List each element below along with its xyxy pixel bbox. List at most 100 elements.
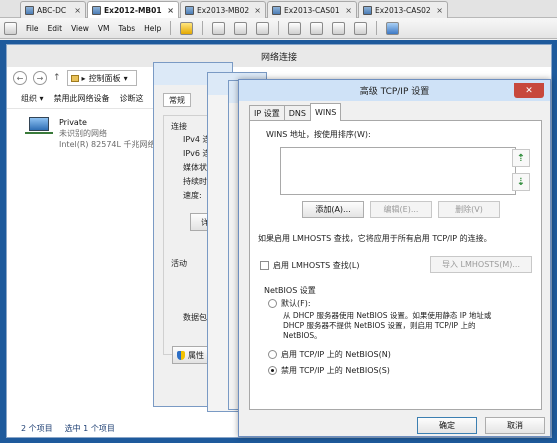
snapshot-manager-icon[interactable] bbox=[256, 21, 270, 35]
menu-tabs[interactable]: Tabs bbox=[119, 24, 136, 33]
import-lmhosts-button[interactable]: 导入 LMHOSTS(M)... bbox=[430, 256, 532, 273]
move-up-arrow-icon[interactable]: ⇡ bbox=[512, 149, 530, 167]
address-text: 控制面板 bbox=[88, 73, 121, 83]
cancel-button[interactable]: 取消 bbox=[485, 417, 545, 434]
close-tab-icon[interactable]: × bbox=[74, 6, 81, 15]
dialog-title-bar: 高级 TCP/IP 设置 ✕ bbox=[239, 80, 550, 101]
vm-home-icon[interactable] bbox=[4, 21, 17, 35]
dialog-title: 高级 TCP/IP 设置 bbox=[359, 87, 430, 97]
thumbnail-icon[interactable] bbox=[310, 21, 324, 35]
forward-icon[interactable]: → bbox=[33, 71, 47, 85]
menu-file[interactable]: File bbox=[26, 24, 39, 33]
snapshot-icon[interactable] bbox=[212, 21, 226, 35]
toolbar-separator bbox=[202, 21, 204, 35]
address-bar[interactable]: ▸ 控制面板 ▾ bbox=[66, 70, 137, 86]
vm-tab-label: ABC-DC bbox=[37, 5, 67, 15]
tab-general[interactable]: 常规 bbox=[163, 93, 191, 107]
unity-icon[interactable] bbox=[354, 21, 368, 35]
advanced-tcpip-dialog: 高级 TCP/IP 设置 ✕ IP 设置 DNS WINS WINS 地址，按使… bbox=[238, 79, 551, 437]
tab-ip-settings[interactable]: IP 设置 bbox=[249, 105, 285, 121]
lmhosts-checkbox[interactable] bbox=[260, 261, 269, 270]
vm-menu-bar: File Edit View VM Tabs Help bbox=[0, 18, 557, 39]
netbios-group-label: NetBIOS 设置 bbox=[264, 286, 316, 295]
activity-label: 活动 bbox=[171, 259, 187, 268]
up-icon[interactable]: ↑ bbox=[53, 73, 61, 83]
properties-button-label: 属性 bbox=[188, 350, 204, 360]
netbios-enable-radio[interactable] bbox=[268, 350, 277, 359]
network-adapter-item[interactable]: Private 未识别的网络 Intel(R) 82574L 千兆网络 bbox=[25, 117, 156, 150]
close-tab-icon[interactable]: × bbox=[345, 6, 352, 15]
menu-view[interactable]: View bbox=[71, 24, 89, 33]
netbios-disable-label[interactable]: 禁用 TCP/IP 上的 NetBIOS(S) bbox=[281, 365, 390, 376]
wins-address-label: WINS 地址，按使用排序(W): bbox=[266, 130, 371, 139]
lmhosts-checkbox-label[interactable]: 启用 LMHOSTS 查找(L) bbox=[273, 260, 360, 271]
vm-tab-label: Ex2013-CAS02 bbox=[375, 5, 431, 15]
netbios-enable-label[interactable]: 启用 TCP/IP 上的 NetBIOS(N) bbox=[281, 349, 391, 360]
diagnose-button[interactable]: 诊断这 bbox=[120, 93, 144, 104]
toolbar-separator bbox=[170, 21, 172, 35]
vm-icon bbox=[272, 5, 281, 15]
vm-tab-ex2013-cas02[interactable]: Ex2013-CAS02 × bbox=[358, 1, 448, 18]
menu-help[interactable]: Help bbox=[144, 24, 161, 33]
connection-label: 连接 bbox=[171, 122, 187, 131]
network-adapter-icon bbox=[25, 117, 53, 139]
address-dropdown-icon[interactable]: ▾ bbox=[124, 74, 128, 83]
close-tab-icon[interactable]: × bbox=[167, 6, 174, 15]
netbios-disable-radio[interactable] bbox=[268, 366, 277, 375]
vm-tab-bar: ABC-DC × Ex2012-MB01 × Ex2013-MB02 × Ex2… bbox=[0, 0, 557, 18]
close-tab-icon[interactable]: × bbox=[254, 6, 261, 15]
netbios-default-desc-line-2: DHCP 服务器不提供 NetBIOS 设置，则启用 TCP/IP 上的 bbox=[283, 321, 476, 330]
wins-panel: WINS 地址，按使用排序(W): ⇡ ⇣ 添加(A)... 编辑(E)... … bbox=[249, 120, 542, 410]
close-icon[interactable]: ✕ bbox=[514, 83, 544, 98]
tab-strip: IP 设置 DNS WINS bbox=[249, 103, 342, 121]
netbios-default-label[interactable]: 默认(F): bbox=[281, 298, 311, 309]
wins-address-list[interactable] bbox=[280, 147, 516, 195]
vm-tab-abc-dc[interactable]: ABC-DC × bbox=[20, 1, 86, 18]
revert-snapshot-icon[interactable] bbox=[234, 21, 248, 35]
selected-count: 选中 1 个项目 bbox=[64, 424, 115, 433]
toolbar-separator bbox=[376, 21, 378, 35]
vm-tab-label: Ex2013-CAS01 bbox=[284, 5, 340, 15]
adapter-device: Intel(R) 82574L 千兆网络 bbox=[59, 140, 156, 149]
adapter-details: Private 未识别的网络 Intel(R) 82574L 千兆网络 bbox=[59, 117, 156, 150]
tab-wins[interactable]: WINS bbox=[309, 103, 342, 121]
vm-tab-ex2013-mb02[interactable]: Ex2013-MB02 × bbox=[180, 1, 266, 18]
back-icon[interactable]: ← bbox=[13, 71, 27, 85]
toolbar-separator bbox=[278, 21, 280, 35]
edit-button[interactable]: 编辑(E)... bbox=[370, 201, 432, 218]
vm-tab-label: Ex2013-MB02 bbox=[197, 5, 250, 15]
vm-tab-label: Ex2012-MB01 bbox=[104, 5, 162, 15]
lmhosts-note: 如果启用 LMHOSTS 查找，它将应用于所有启用 TCP/IP 的连接。 bbox=[258, 234, 492, 243]
power-icon[interactable] bbox=[180, 21, 194, 35]
netbios-default-desc-line-1: 从 DHCP 服务器使用 NetBIOS 设置。如果使用静态 IP 地址或 bbox=[283, 311, 492, 320]
close-tab-icon[interactable]: × bbox=[436, 6, 443, 15]
move-down-arrow-icon[interactable]: ⇣ bbox=[512, 173, 530, 191]
vm-icon bbox=[185, 5, 194, 15]
fullscreen-icon[interactable] bbox=[332, 21, 346, 35]
netbios-default-desc-line-3: NetBIOS。 bbox=[283, 331, 322, 340]
organize-button[interactable]: 组织 ▾ bbox=[21, 93, 44, 104]
remove-button[interactable]: 删除(V) bbox=[438, 201, 500, 218]
status-bar: 2 个项目 选中 1 个项目 bbox=[21, 423, 115, 434]
add-button[interactable]: 添加(A)... bbox=[302, 201, 364, 218]
console-view-icon[interactable] bbox=[386, 21, 400, 35]
netbios-default-radio[interactable] bbox=[268, 299, 277, 308]
adapter-name: Private bbox=[59, 118, 87, 127]
ok-button[interactable]: 确定 bbox=[417, 417, 477, 434]
menu-vm[interactable]: VM bbox=[98, 24, 110, 33]
disable-device-button[interactable]: 禁用此网络设备 bbox=[54, 93, 110, 104]
sidebar-toggle-icon[interactable] bbox=[288, 21, 302, 35]
window-title-bar: 网络连接 bbox=[7, 45, 551, 67]
vm-tab-ex2013-cas01[interactable]: Ex2013-CAS01 × bbox=[267, 1, 357, 18]
tab-dns[interactable]: DNS bbox=[283, 105, 311, 121]
item-count: 2 个项目 bbox=[21, 424, 53, 433]
adapter-status: 未识别的网络 bbox=[59, 129, 107, 138]
menu-edit[interactable]: Edit bbox=[48, 24, 63, 33]
shield-icon bbox=[177, 350, 185, 360]
address-chevron-icon: ▸ bbox=[81, 73, 86, 83]
vm-icon bbox=[363, 5, 372, 15]
vm-icon bbox=[92, 5, 101, 15]
vm-tab-ex2012-mb01[interactable]: Ex2012-MB01 × bbox=[87, 1, 179, 18]
window-title: 网络连接 bbox=[260, 52, 297, 63]
vm-icon bbox=[25, 5, 34, 15]
